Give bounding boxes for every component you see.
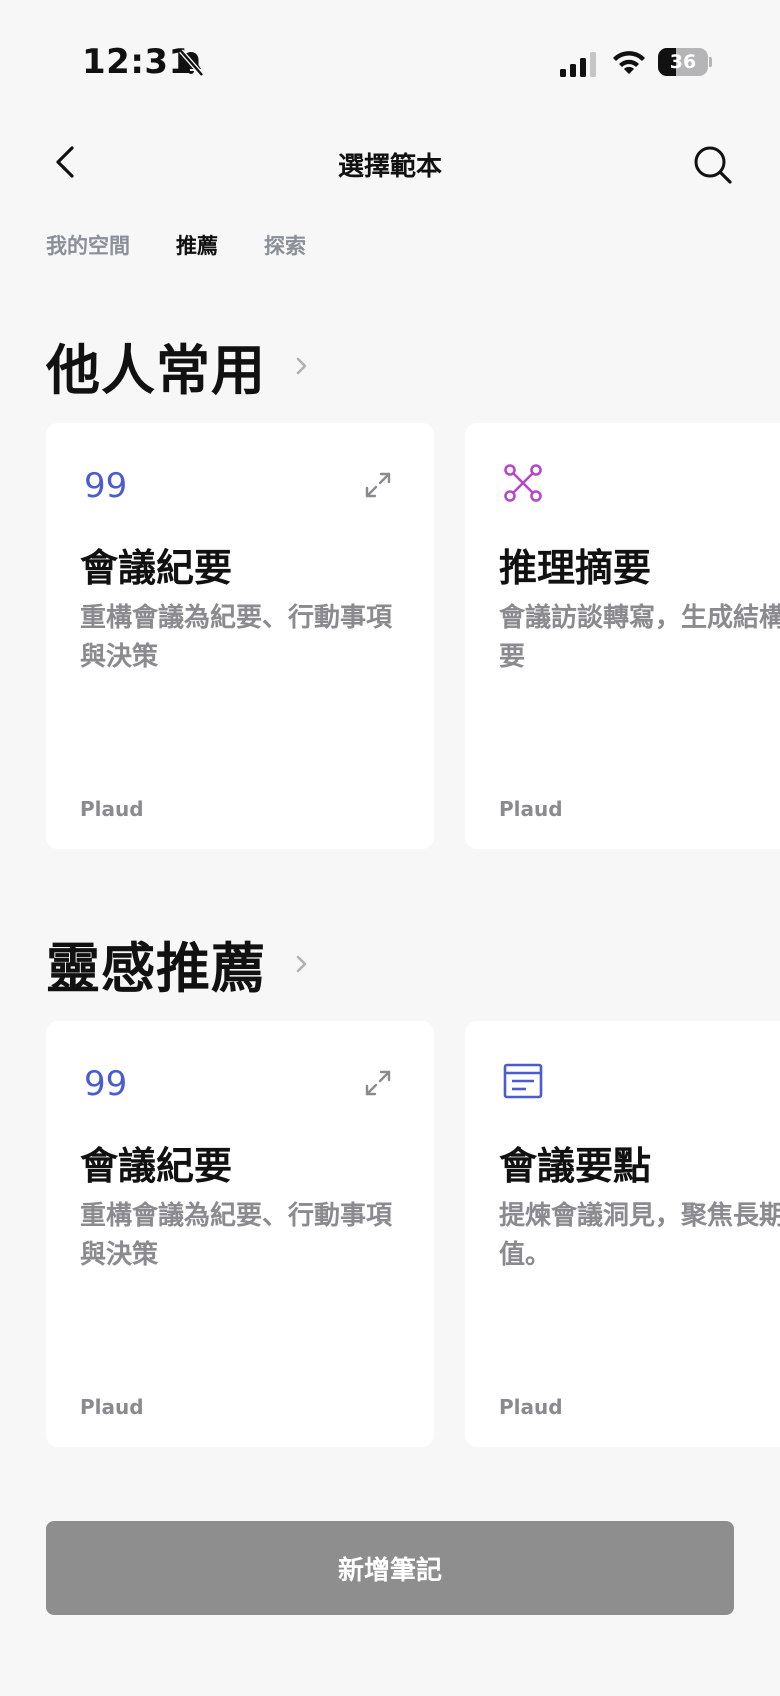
svg-text:99: 99 — [84, 1064, 126, 1103]
battery-indicator: 36 — [658, 48, 712, 76]
section-header-popular[interactable]: 他人常用 — [46, 326, 312, 405]
quote-icon: 99 — [84, 1064, 126, 1103]
bell-slash-icon — [179, 49, 204, 77]
template-card[interactable]: 99 會議紀要 重構會議為紀要、行動事項與決策 Plaud — [46, 423, 434, 849]
tab-explore[interactable]: 探索 — [264, 230, 306, 260]
card-author: Plaud — [80, 1395, 144, 1419]
tab-recommended[interactable]: 推薦 — [176, 230, 218, 260]
battery-percent: 36 — [669, 51, 697, 73]
card-title: 會議要點 — [499, 1144, 652, 1188]
card-description: 提煉會議洞見，聚焦長期價值。 — [499, 1201, 780, 1270]
section-header-inspiration[interactable]: 靈感推薦 — [46, 924, 312, 1003]
chevron-right-icon — [296, 955, 307, 972]
search-icon[interactable] — [688, 140, 738, 190]
expand-icon[interactable] — [362, 1067, 394, 1099]
template-card[interactable]: 推理摘要 會議訪談轉寫，生成結構化摘要 Plaud — [465, 423, 780, 849]
status-bar: 12:31 36 — [0, 0, 780, 120]
page-title: 選擇範本 — [337, 152, 442, 182]
section-title: 靈感推薦 — [46, 937, 266, 1000]
quote-icon: 99 — [84, 466, 126, 505]
section-title: 他人常用 — [46, 339, 266, 402]
card-author: Plaud — [80, 797, 144, 821]
template-card[interactable]: 99 會議紀要 重構會議為紀要、行動事項與決策 Plaud — [46, 1021, 434, 1447]
screen: 12:31 36 選擇範本 我的空間 推薦 探索 他人常用 99 會議紀要 重構… — [0, 0, 780, 1696]
cellular-signal-icon — [560, 52, 596, 77]
template-card[interactable]: 會議要點 提煉會議洞見，聚焦長期價值。 Plaud — [465, 1021, 780, 1447]
wifi-icon — [613, 51, 645, 74]
network-icon — [504, 464, 542, 502]
card-description: 重構會議為紀要、行動事項與決策 — [80, 1201, 393, 1270]
chevron-right-icon — [296, 357, 307, 374]
svg-text:99: 99 — [84, 466, 126, 505]
card-title: 推理摘要 — [499, 546, 652, 590]
notes-icon — [503, 1063, 543, 1099]
card-title: 會議紀要 — [80, 546, 233, 590]
card-author: Plaud — [499, 1395, 563, 1419]
card-description: 會議訪談轉寫，生成結構化摘要 — [499, 603, 780, 672]
add-note-button[interactable]: 新增筆記 — [46, 1521, 734, 1615]
card-author: Plaud — [499, 797, 563, 821]
tab-bar: 我的空間 推薦 探索 — [46, 230, 306, 260]
expand-icon[interactable] — [362, 469, 394, 501]
card-description: 重構會議為紀要、行動事項與決策 — [80, 603, 393, 672]
card-title: 會議紀要 — [80, 1144, 233, 1188]
tab-my-space[interactable]: 我的空間 — [46, 230, 130, 260]
